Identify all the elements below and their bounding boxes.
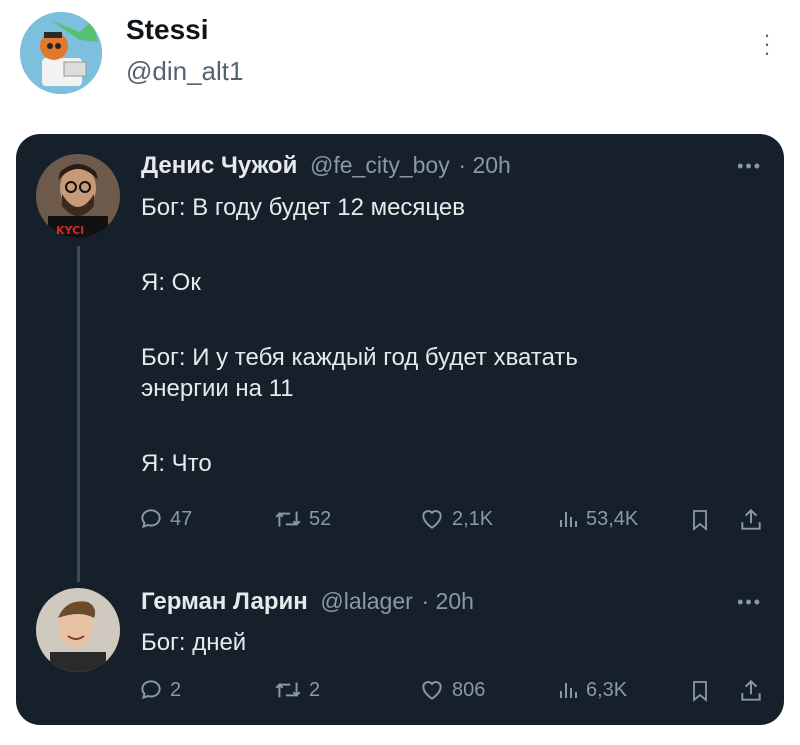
tweet-2-actions: 2 2 806 6,3K	[138, 677, 768, 707]
tweet-2-avatar[interactable]	[36, 588, 120, 672]
retweet-count: 2	[309, 678, 321, 701]
outer-avatar[interactable]	[20, 12, 102, 94]
tweet-line: Бог: И у тебя каждый год будет хватать	[141, 344, 578, 371]
tweet-line: Я: Что	[141, 450, 212, 477]
retweet-icon	[275, 682, 301, 698]
views-button[interactable]: 6,3K	[556, 677, 627, 703]
views-button[interactable]: 53,4K	[556, 506, 638, 532]
retweet-icon	[275, 511, 301, 527]
tweet-1-author[interactable]: Денис Чужой	[141, 152, 297, 179]
share-icon	[741, 679, 761, 701]
tweet-2-author[interactable]: Герман Ларин	[141, 588, 308, 615]
retweet-count: 52	[309, 507, 332, 530]
like-button[interactable]: 2,1K	[418, 506, 493, 532]
bookmark-button[interactable]	[688, 506, 712, 534]
tweet-1-actions: 47 52 2,1K 53,4K	[138, 506, 768, 536]
outer-display-name[interactable]: Stessi	[126, 14, 209, 46]
like-count: 2,1K	[452, 507, 494, 530]
share-button[interactable]	[738, 677, 764, 705]
share-button[interactable]	[738, 506, 764, 534]
like-count: 806	[452, 678, 486, 701]
reply-count: 2	[170, 678, 182, 701]
bookmark-button[interactable]	[688, 677, 712, 705]
tweet-2-text: Бог: дней	[141, 627, 246, 658]
tweet-line: энергии на 11	[141, 375, 294, 402]
tweet-line	[141, 298, 578, 329]
tweet-line	[141, 223, 578, 254]
tweet-line: Я: Ок	[141, 269, 201, 296]
reply-count: 47	[170, 507, 193, 530]
bookmark-icon	[693, 681, 707, 702]
like-button[interactable]: 806	[418, 677, 485, 703]
cartoon-avatar-image	[20, 12, 102, 94]
share-icon	[741, 508, 761, 530]
retweet-button[interactable]: 2	[273, 677, 320, 703]
quoted-thread-card: KYCI Денис Чужой @fe_city_boy · 20h ••• …	[16, 134, 784, 725]
retweet-button[interactable]: 52	[273, 506, 331, 532]
views-icon	[560, 683, 577, 698]
avatar-shirt-text: KYCI	[56, 224, 85, 237]
tweet-1-text: Бог: В году будет 12 месяцев Я: Ок Бог: …	[141, 192, 578, 479]
person-avatar-image	[36, 588, 120, 672]
heart-icon	[422, 510, 442, 529]
reply-button[interactable]: 2	[138, 677, 181, 703]
tweet-line	[141, 404, 578, 435]
tweet-2-handle[interactable]: @lalager	[320, 588, 412, 614]
tweet-1-handle[interactable]: @fe_city_boy	[310, 152, 450, 178]
tweet-line: Бог: дней	[141, 629, 247, 656]
views-icon	[560, 512, 577, 527]
tweet-2-time[interactable]: · 20h	[421, 588, 473, 614]
reply-icon	[141, 509, 161, 529]
bookmark-icon	[693, 510, 707, 531]
thread-connector-line	[77, 246, 80, 582]
tweet-2-header: Герман Ларин @lalager · 20h	[141, 588, 474, 616]
more-options-icon[interactable]: · · ·	[752, 24, 782, 64]
views-count: 6,3K	[586, 678, 628, 701]
tweet-line: Бог: В году будет 12 месяцев	[141, 194, 465, 221]
tweet-2-more-icon[interactable]: •••	[737, 592, 762, 613]
views-count: 53,4K	[586, 507, 639, 530]
tweet-1-more-icon[interactable]: •••	[737, 156, 762, 177]
outer-handle[interactable]: @din_alt1	[126, 56, 243, 87]
reply-button[interactable]: 47	[138, 506, 192, 532]
tweet-1-header: Денис Чужой @fe_city_boy · 20h	[141, 152, 511, 180]
reply-icon	[141, 680, 161, 700]
tweet-1-time[interactable]: · 20h	[458, 152, 510, 178]
heart-icon	[422, 681, 442, 700]
